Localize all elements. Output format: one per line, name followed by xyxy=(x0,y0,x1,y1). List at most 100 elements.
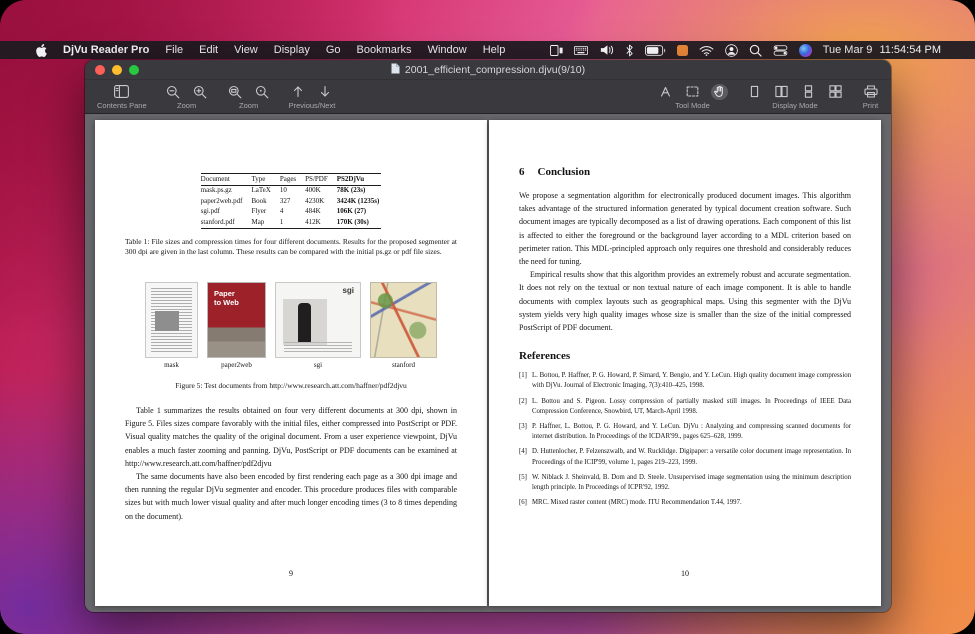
print-group: Print xyxy=(862,83,879,110)
zoom-in-button[interactable] xyxy=(192,84,209,100)
single-page-mode-button[interactable] xyxy=(746,84,763,100)
menu-help[interactable]: Help xyxy=(483,44,506,56)
user-account-icon[interactable] xyxy=(725,44,738,57)
col-ps2djvu: PS2DjVu xyxy=(337,174,382,186)
document-proxy-icon[interactable] xyxy=(391,63,400,77)
menu-go[interactable]: Go xyxy=(326,44,341,56)
zoom-fit-button[interactable] xyxy=(227,84,244,100)
facing-continuous-mode-button[interactable] xyxy=(827,84,844,100)
continuous-mode-button[interactable] xyxy=(800,84,817,100)
figure-sgi: sgi sgi xyxy=(275,282,361,369)
paragraph: Table 1 summarizes the results obtained … xyxy=(125,404,457,470)
sgi-logo: sgi xyxy=(342,286,354,295)
volume-icon[interactable] xyxy=(599,44,614,56)
contents-pane-button[interactable] xyxy=(113,84,130,100)
display-bezel: DjVu Reader Pro File Edit View Display G… xyxy=(0,0,975,634)
reference-item: [4] D. Huttenlocher, P. Felzenszwalb, an… xyxy=(519,447,851,467)
traffic-lights xyxy=(95,60,139,79)
contents-pane-label: Contents Pane xyxy=(97,101,147,110)
print-button[interactable] xyxy=(862,84,879,100)
clock-date: Tue Mar 9 xyxy=(823,44,873,56)
paragraph: Empirical results show that this algorit… xyxy=(519,268,851,334)
col-type: Type xyxy=(251,174,279,186)
references-list: [1] L. Bottou, P. Haffner, P. G. Howard,… xyxy=(519,371,851,508)
app-window: 2001_efficient_compression.djvu(9/10) Co… xyxy=(85,60,891,612)
document-scroll-area[interactable]: Document Type Pages PS/PDF PS2DjVu xyxy=(85,114,891,612)
contents-pane-group: Contents Pane xyxy=(97,83,147,110)
apple-menu[interactable] xyxy=(36,44,47,57)
zoom-out-button[interactable] xyxy=(165,84,182,100)
battery-icon[interactable] xyxy=(645,45,666,56)
previous-next-label: Previous/Next xyxy=(289,101,336,110)
reference-item: [3] P. Haffner, L. Bottou, P. G. Howard,… xyxy=(519,422,851,442)
table-row: mask.ps.gzLaTeX10400K78K (23s) xyxy=(201,185,382,196)
tiles-icon[interactable] xyxy=(550,45,563,56)
menu-bar-menus: DjVu Reader Pro File Edit View Display G… xyxy=(36,44,505,57)
window-titlebar[interactable]: 2001_efficient_compression.djvu(9/10) xyxy=(85,60,891,80)
menu-bar-clock[interactable]: Tue Mar 9 11:54:54 PM xyxy=(823,44,941,56)
col-document: Document xyxy=(201,174,252,186)
previous-page-button[interactable] xyxy=(290,84,307,100)
sgi-bottle-shape xyxy=(298,303,311,343)
section-heading: 6 Conclusion xyxy=(519,120,851,178)
figure-stanford: stanford xyxy=(370,282,437,369)
sgi-text-lines xyxy=(284,342,352,352)
minimize-button[interactable] xyxy=(112,65,122,75)
col-pages: Pages xyxy=(280,174,305,186)
figure-label: sgi xyxy=(314,361,322,369)
zoom-group-a: Zoom xyxy=(165,83,209,110)
page-number: 10 xyxy=(519,569,851,578)
previous-next-group: Previous/Next xyxy=(289,83,336,110)
control-center-icon[interactable] xyxy=(773,45,788,56)
window-toolbar: Contents Pane Zoom xyxy=(85,80,891,114)
keyboard-icon[interactable] xyxy=(574,46,588,55)
zoom-actual-size-button[interactable] xyxy=(254,84,271,100)
paragraph: The same documents have also been encode… xyxy=(125,470,457,523)
menu-view[interactable]: View xyxy=(234,44,258,56)
page-10: 6 Conclusion We propose a segmentation a… xyxy=(489,120,881,606)
text-select-tool-button[interactable] xyxy=(657,84,674,100)
sgi-thumbnail: sgi xyxy=(275,282,361,358)
menu-bookmarks[interactable]: Bookmarks xyxy=(357,44,412,56)
menu-bar-status: Tue Mar 9 11:54:54 PM xyxy=(550,44,941,57)
mask-thumbnail xyxy=(145,282,198,358)
results-table: Document Type Pages PS/PDF PS2DjVu xyxy=(201,173,382,229)
table-row: sgi.pdfFlyer4484K106K (27) xyxy=(201,207,382,218)
zoom-window-button[interactable] xyxy=(129,65,139,75)
figure-label: stanford xyxy=(392,361,415,369)
siri-icon[interactable] xyxy=(799,44,812,57)
figure-caption: Figure 5: Test documents from http://www… xyxy=(125,381,457,390)
app-menu-title[interactable]: DjVu Reader Pro xyxy=(63,44,149,56)
search-icon[interactable] xyxy=(749,44,762,57)
desktop-wallpaper: DjVu Reader Pro File Edit View Display G… xyxy=(0,0,975,634)
facing-pages-mode-button[interactable] xyxy=(773,84,790,100)
figure-label: mask xyxy=(164,361,179,369)
table-header-row: Document Type Pages PS/PDF PS2DjVu xyxy=(201,174,382,186)
app-badge-icon[interactable] xyxy=(677,45,688,56)
table-row: stanford.pdfMap1412K170K (30s) xyxy=(201,217,382,228)
reference-item: [1] L. Bottou, P. Haffner, P. G. Howard,… xyxy=(519,371,851,391)
reference-item: [6] MRC. Mixed raster content (MRC) mode… xyxy=(519,498,851,508)
figure-label: paper2web xyxy=(221,361,252,369)
figure-5: mask Paper to Web paper2web xyxy=(125,282,457,369)
marquee-select-tool-button[interactable] xyxy=(684,84,701,100)
table-row: paper2web.pdfBook3274230K3424K (1235s) xyxy=(201,196,382,207)
print-label: Print xyxy=(863,101,878,110)
clock-time: 11:54:54 PM xyxy=(879,44,941,56)
menu-window[interactable]: Window xyxy=(428,44,467,56)
references-heading: References xyxy=(519,350,851,362)
close-button[interactable] xyxy=(95,65,105,75)
bluetooth-icon[interactable] xyxy=(625,44,634,57)
zoom-b-label: Zoom xyxy=(239,101,258,110)
menu-file[interactable]: File xyxy=(165,44,183,56)
paper2web-cover-title: Paper to Web xyxy=(214,289,239,307)
menu-display[interactable]: Display xyxy=(274,44,310,56)
page-number: 9 xyxy=(125,569,457,578)
next-page-button[interactable] xyxy=(317,84,334,100)
hand-tool-button[interactable] xyxy=(711,84,728,100)
figure-mask: mask xyxy=(145,282,198,369)
menu-edit[interactable]: Edit xyxy=(199,44,218,56)
display-mode-group: Display Mode xyxy=(746,83,844,110)
wifi-icon[interactable] xyxy=(699,45,714,56)
paper2web-thumbnail: Paper to Web xyxy=(207,282,266,358)
